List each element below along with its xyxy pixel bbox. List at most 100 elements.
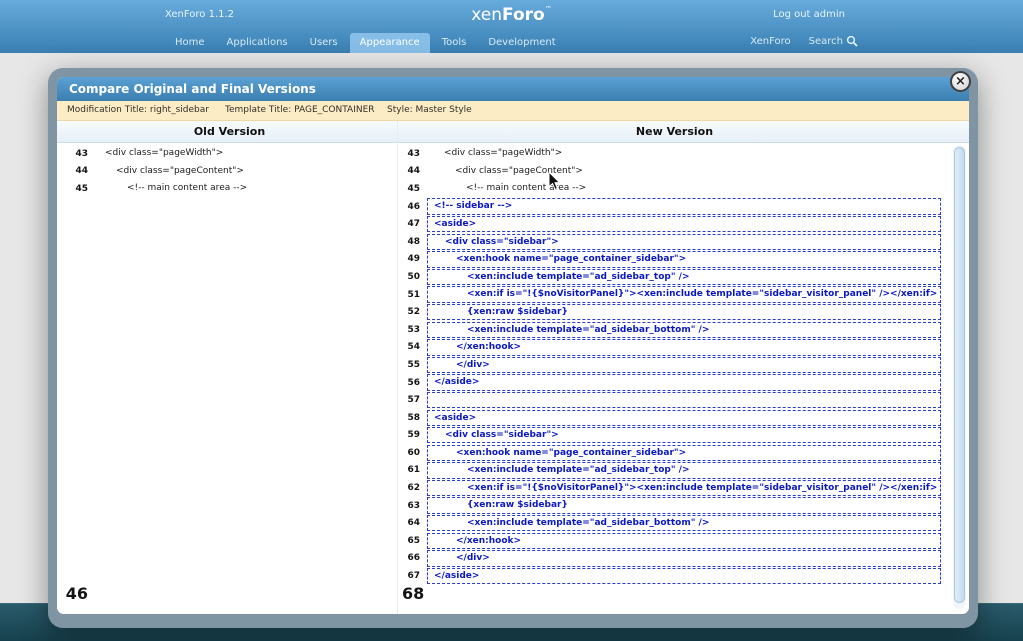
line-code: </div> <box>427 357 941 373</box>
code-text: </xen:hook> <box>428 340 521 355</box>
line-code: <!-- main content area --> <box>427 180 941 198</box>
line-number: 56 <box>402 378 420 388</box>
line-number: 49 <box>402 254 420 264</box>
diff-line-inserted: 60<xen:hook name="page_container_sidebar… <box>402 444 945 462</box>
code-text: <div class="pageWidth"> <box>88 145 223 163</box>
diff-line-inserted: 66 </div> <box>402 550 945 568</box>
line-number: 46 <box>57 584 88 603</box>
old-version-header: Old Version <box>57 121 402 143</box>
line-number: 46 <box>402 202 420 212</box>
diff-line-inserted: 55 </div> <box>402 356 945 374</box>
column-headers: Old Version New Version <box>57 121 969 143</box>
page-root: XenForo 1.1.2 xenForo™ Log out admin Hom… <box>0 0 1023 641</box>
code-text: <xen:if is="!{$noVisitorPanel}"><xen:inc… <box>428 287 937 302</box>
code-text: </div> <box>428 358 490 373</box>
modification-title-field: Modification Title: right_sidebar <box>67 101 209 120</box>
logout-link[interactable]: Log out admin <box>773 9 845 20</box>
line-code: <xen:include template="ad_sidebar_bottom… <box>427 515 941 531</box>
dialog-title: Compare Original and Final Versions <box>57 77 969 101</box>
code-text: {xen:raw $sidebar} <box>428 498 568 513</box>
diff-line: 43 <div class="pageWidth"> <box>402 145 945 163</box>
new-version-column: 43 <div class="pageWidth"> 44 <div class="p… <box>402 145 945 585</box>
diff-line-inserted: 51<xen:if is="!{$noVisitorPanel}"><xen:i… <box>402 286 945 304</box>
line-number: 52 <box>402 307 420 317</box>
tab-development[interactable]: Development <box>478 33 565 53</box>
line-code: <div class="pageWidth"> <box>88 145 397 163</box>
old-version-rows: 43<div class="pageWidth">44<div class="p… <box>57 145 397 198</box>
template-title-field: Template Title: PAGE_CONTAINER <box>225 101 375 120</box>
line-code: {xen:raw $sidebar} <box>427 497 941 513</box>
code-text: <xen:if is="!{$noVisitorPanel}"><xen:inc… <box>428 481 937 496</box>
code-text: </div> <box>428 551 490 566</box>
admin-header: XenForo 1.1.2 xenForo™ Log out admin Hom… <box>0 0 1023 53</box>
line-code: <div class="pageContent"> <box>427 163 941 181</box>
diff-line-inserted: 54 </xen:hook> <box>402 339 945 357</box>
code-text: <aside> <box>428 411 476 426</box>
line-number: 64 <box>402 518 420 528</box>
line-number: 43 <box>402 149 420 159</box>
line-number: 47 <box>402 219 420 229</box>
diff-line-inserted: 46 <!-- sidebar --> <box>402 198 945 216</box>
code-text: </xen:hook> <box>428 534 521 549</box>
line-number: 63 <box>402 501 420 511</box>
style-field: Style: Master Style <box>387 101 472 120</box>
line-code: <div class="pageWidth"> <box>427 145 941 163</box>
code-text: <div class="pageContent"> <box>427 163 583 181</box>
code-text: <div class="sidebar"> <box>428 428 559 443</box>
line-code: <div class="pageContent"> <box>88 163 397 181</box>
tab-tools[interactable]: Tools <box>432 33 477 53</box>
line-number: 43 <box>57 149 88 159</box>
diff-compare-area: Old Version New Version 43<div class="pa… <box>57 121 969 614</box>
new-version-header: New Version <box>402 121 947 143</box>
scrollbar-thumb[interactable] <box>954 147 965 603</box>
tab-home[interactable]: Home <box>165 33 215 53</box>
line-code: <xen:include template="ad_sidebar_bottom… <box>427 322 941 338</box>
line-number: 55 <box>402 360 420 370</box>
xenforo-logo: xenForo™ <box>0 5 1023 25</box>
line-number: 58 <box>402 413 420 423</box>
line-number: 66 <box>402 553 420 563</box>
diff-line-inserted: 50<xen:include template="ad_sidebar_top"… <box>402 268 945 286</box>
diff-line-inserted: 62<xen:if is="!{$noVisitorPanel}"><xen:i… <box>402 479 945 497</box>
compare-dialog-body: Compare Original and Final Versions Modi… <box>57 77 969 614</box>
trademark-symbol: ™ <box>545 5 552 13</box>
line-number: 54 <box>402 342 420 352</box>
tab-appearance[interactable]: Appearance <box>350 33 430 53</box>
line-code: <aside> <box>427 216 941 232</box>
code-text: {xen:raw $sidebar} <box>428 305 568 320</box>
code-text: <div class="pageContent"> <box>88 163 244 181</box>
line-code: </aside> <box>427 568 941 584</box>
diff-line-inserted: 56</aside> <box>402 374 945 392</box>
diff-line-inserted: 47 <aside> <box>402 215 945 233</box>
code-text: <xen:include template="ad_sidebar_top" /… <box>428 270 690 285</box>
close-icon[interactable]: × <box>950 71 971 92</box>
diff-line: 45 <!-- main content area --> <box>402 180 945 198</box>
tab-users[interactable]: Users <box>300 33 348 53</box>
line-code: </xen:hook> <box>427 533 941 549</box>
code-text: <aside> <box>428 217 476 232</box>
xenforo-home-link[interactable]: XenForo <box>750 36 790 47</box>
diff-line-inserted: 52 {xen:raw $sidebar} <box>402 303 945 321</box>
line-number: 53 <box>402 325 420 335</box>
line-number: 45 <box>402 184 420 194</box>
diff-line-inserted: 67</aside> <box>402 567 945 585</box>
line-code: <!-- main content area --> <box>88 180 397 198</box>
old-version-column: 43<div class="pageWidth">44<div class="p… <box>57 145 397 198</box>
line-code: <xen:hook name="page_container_sidebar"> <box>427 251 941 267</box>
code-text: <!-- sidebar --> <box>428 199 512 214</box>
code-text: <xen:hook name="page_container_sidebar"> <box>428 252 686 267</box>
diff-line-inserted: 48<div class="sidebar"> <box>402 233 945 251</box>
diff-line: 44 <div class="pageContent"> <box>402 163 945 181</box>
line-code: <xen:include template="ad_sidebar_top" /… <box>427 269 941 285</box>
vertical-scrollbar[interactable] <box>953 145 966 609</box>
code-text: <div class="sidebar"> <box>428 235 559 250</box>
search-control[interactable]: Search <box>809 35 858 47</box>
tab-applications[interactable]: Applications <box>217 33 298 53</box>
code-text: </aside> <box>428 569 479 584</box>
line-number: 44 <box>402 166 420 176</box>
line-code: <xen:if is="!{$noVisitorPanel}"><xen:inc… <box>427 480 941 496</box>
line-code <box>427 392 941 408</box>
search-label: Search <box>809 36 843 47</box>
code-text: <xen:include template="ad_sidebar_bottom… <box>428 516 709 531</box>
line-code: </div> <box>427 550 941 566</box>
